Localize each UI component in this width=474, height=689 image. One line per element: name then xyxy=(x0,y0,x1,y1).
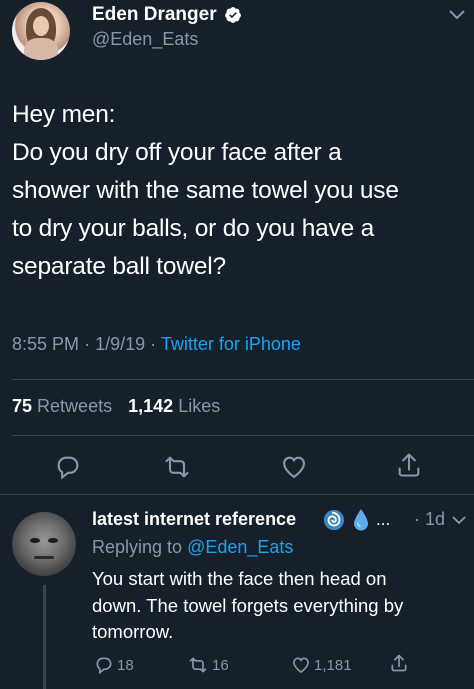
avatar-eye xyxy=(30,538,40,543)
divider xyxy=(12,435,474,436)
meta-separator: · xyxy=(150,334,157,354)
like-icon[interactable] xyxy=(291,655,311,675)
avatar-dress xyxy=(24,38,58,60)
author-display-name[interactable]: Eden Dranger xyxy=(92,4,217,26)
avatar-face xyxy=(33,16,49,36)
tweet-meta: 8:55 PM · 1/9/19 · Twitter for iPhone xyxy=(12,334,301,355)
chevron-down-icon[interactable] xyxy=(448,8,466,22)
tweet-stats: 75 Retweets 1,142 Likes xyxy=(12,396,220,417)
author-avatar[interactable] xyxy=(12,2,70,60)
replying-to: Replying to @Eden_Eats xyxy=(92,537,293,558)
tweet-source-link[interactable]: Twitter for iPhone xyxy=(161,334,301,354)
thread-line xyxy=(43,585,46,689)
replying-mention-link[interactable]: @Eden_Eats xyxy=(187,537,293,557)
likes-stat[interactable]: 1,142 Likes xyxy=(128,396,220,416)
retweet-icon[interactable] xyxy=(188,655,208,675)
likes-count: 1,142 xyxy=(128,396,174,416)
tweet-time: 8:55 PM xyxy=(12,334,80,354)
meta-separator: · xyxy=(84,334,91,354)
retweet-icon[interactable] xyxy=(163,453,191,481)
divider xyxy=(12,379,474,380)
author-handle[interactable]: @Eden_Eats xyxy=(92,29,198,50)
chevron-down-icon[interactable] xyxy=(452,515,466,525)
reply-retweets-count: 16 xyxy=(212,657,229,674)
reply-icon[interactable] xyxy=(54,453,82,481)
reply-author-name[interactable]: latest internet reference xyxy=(92,509,296,530)
avatar-eye xyxy=(48,538,58,543)
retweets-count: 75 xyxy=(12,396,33,416)
reply-author-avatar[interactable] xyxy=(12,512,76,576)
tweet-date: 1/9/19 xyxy=(95,334,146,354)
reply-replies-count: 18 xyxy=(117,657,134,674)
replying-prefix: Replying to xyxy=(92,537,183,557)
name-ellipsis: ... xyxy=(376,510,391,529)
divider xyxy=(0,494,474,495)
retweets-stat[interactable]: 75 Retweets xyxy=(12,396,112,416)
avatar-mouth xyxy=(34,556,54,559)
like-icon[interactable] xyxy=(280,453,308,481)
reply-icon[interactable] xyxy=(94,655,114,675)
verified-badge-icon xyxy=(225,7,241,23)
reply-likes-count: 1,181 xyxy=(314,657,352,674)
reply-age[interactable]: · 1d xyxy=(414,509,445,530)
retweets-label: Retweets xyxy=(37,396,113,416)
share-icon[interactable] xyxy=(389,653,409,673)
reply-text: You start with the face then head on dow… xyxy=(92,568,404,642)
share-icon[interactable] xyxy=(395,451,423,479)
droplet-emoji-icon xyxy=(354,509,368,531)
likes-label: Likes xyxy=(178,396,221,416)
tweet-text: Hey men: Do you dry off your face after … xyxy=(12,101,399,280)
cyclone-emoji-icon xyxy=(323,509,345,531)
